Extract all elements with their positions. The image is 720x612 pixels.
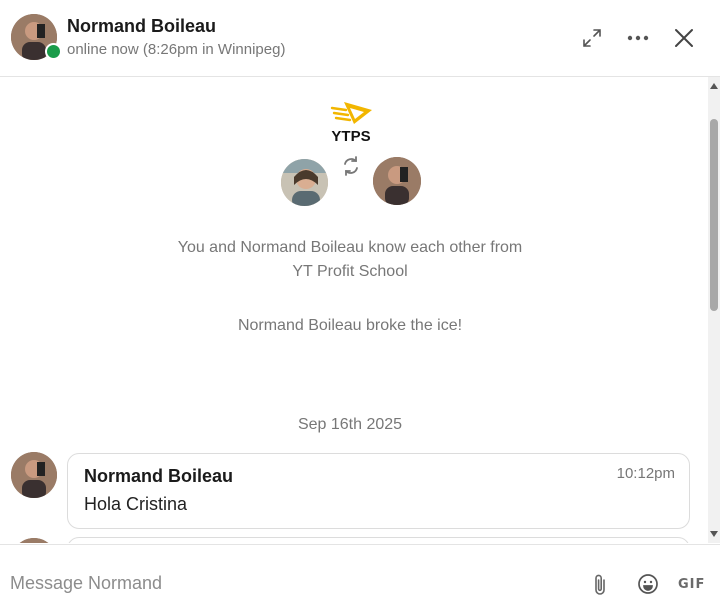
message-bubble[interactable]	[67, 537, 690, 543]
emoji-icon	[638, 574, 658, 594]
group-logo: YTPS	[328, 98, 374, 145]
contact-avatar-small	[373, 157, 421, 205]
online-status-dot	[45, 43, 62, 60]
scrollbar-thumb[interactable]	[710, 119, 718, 311]
user-avatar	[281, 159, 328, 206]
message-text: Hola Cristina	[84, 494, 188, 514]
expand-icon	[583, 29, 601, 47]
scroll-up-arrow[interactable]	[710, 83, 718, 89]
chat-scrollbar[interactable]	[708, 77, 720, 543]
message-avatar[interactable]	[11, 538, 57, 543]
more-options-button[interactable]	[626, 26, 650, 50]
shared-group-text: You and Normand Boileau know each other …	[177, 239, 523, 256]
chat-header: Normand Boileau online now (8:26pm in Wi…	[0, 0, 720, 77]
icebreaker-text: Normand Boileau broke the ice!	[237, 317, 463, 334]
scroll-down-arrow[interactable]	[710, 531, 718, 537]
shared-group-name[interactable]: YT Profit School	[0, 263, 700, 281]
expand-button[interactable]	[580, 26, 604, 50]
message-bubble[interactable]: Normand Boileau 10:12pm Hola Cristina	[67, 453, 690, 529]
attach-button[interactable]	[589, 573, 611, 597]
attachment-icon	[595, 574, 605, 595]
close-icon	[675, 29, 693, 47]
message-avatar[interactable]	[11, 452, 57, 498]
contact-name[interactable]: Normand Boileau	[67, 16, 216, 37]
chat-history[interactable]: YTPS You and Normand Boileau know each o…	[0, 77, 708, 543]
date-separator: Sep 16th 2025	[297, 416, 403, 433]
sync-icon	[340, 155, 362, 177]
emoji-button[interactable]	[637, 573, 659, 595]
message-input[interactable]	[10, 573, 570, 594]
message-sender: Normand Boileau	[84, 466, 234, 486]
more-icon	[627, 35, 649, 41]
message-composer: GIF	[0, 544, 720, 612]
contact-status: online now (8:26pm in Winnipeg)	[67, 41, 286, 58]
message-time: 10:12pm	[616, 465, 675, 482]
group-logo-text: YTPS	[331, 128, 370, 144]
gif-button[interactable]: GIF	[678, 577, 705, 592]
close-button[interactable]	[672, 26, 696, 50]
